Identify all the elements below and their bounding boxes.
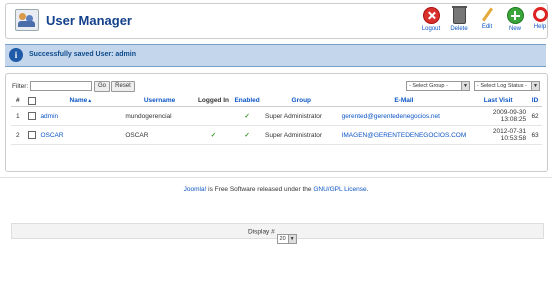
logout-label: Logout xyxy=(421,26,441,32)
row-group: Super Administrator xyxy=(263,106,340,126)
row-username: OSCAR xyxy=(123,125,196,145)
footer-period: . xyxy=(366,186,369,193)
users-table: # Name▲ Username Logged In Enabled Group… xyxy=(11,95,542,145)
filter-input[interactable] xyxy=(30,81,92,91)
row-number: 1 xyxy=(11,106,25,126)
copyright-footer: Joomla! is Free Software released under … xyxy=(0,186,552,193)
logged-in-status xyxy=(195,106,232,126)
row-email: gerented@gerentedenegocios.net xyxy=(339,106,469,126)
row-name: OSCAR xyxy=(38,125,124,145)
col-username[interactable]: Username xyxy=(123,95,196,107)
logout-icon xyxy=(422,7,440,24)
reset-button[interactable]: Reset xyxy=(111,81,135,92)
col-logged-in: Logged In xyxy=(195,95,232,107)
joomla-link[interactable]: Joomla! xyxy=(184,186,207,193)
lifebuoy-icon xyxy=(532,7,548,22)
new-label: New xyxy=(508,26,521,32)
table-header-row: # Name▲ Username Logged In Enabled Group… xyxy=(11,95,542,107)
go-button[interactable]: Go xyxy=(94,81,110,92)
enabled-toggle[interactable]: ✓ xyxy=(231,106,263,126)
log-status-select[interactable]: - Select Log Status - ▼ xyxy=(474,81,540,91)
help-label: Help xyxy=(533,24,547,30)
row-id: 62 xyxy=(528,106,542,126)
display-limit: Display # 20 ▼ xyxy=(248,227,297,244)
edit-label: Edit xyxy=(481,24,493,30)
logout-button[interactable]: Logout xyxy=(417,7,445,37)
chevron-down-icon: ▼ xyxy=(287,235,296,243)
toolbar: User Manager Logout Delete Edit New Help xyxy=(5,3,548,39)
row-number: 2 xyxy=(11,125,25,145)
row-checkbox[interactable] xyxy=(27,131,36,139)
group-select[interactable]: - Select Group - ▼ xyxy=(406,81,470,91)
email-link[interactable]: gerented@gerentedenegocios.net xyxy=(342,113,440,120)
row-name: admin xyxy=(38,106,124,126)
group-select-value: - Select Group - xyxy=(409,83,448,89)
pencil-icon xyxy=(480,7,495,22)
row-id: 63 xyxy=(528,125,542,145)
row-email: IMAGEN@GERENTEDENEGOCIOS.COM xyxy=(339,125,469,145)
message-text: Successfully saved User: admin xyxy=(29,51,136,58)
col-last-visit[interactable]: Last Visit xyxy=(468,95,529,107)
user-name-link[interactable]: OSCAR xyxy=(40,132,63,139)
log-status-select-value: - Select Log Status - xyxy=(477,83,527,89)
trash-icon xyxy=(451,6,467,24)
col-number: # xyxy=(11,95,25,107)
email-link[interactable]: IMAGEN@GERENTEDENEGOCIOS.COM xyxy=(342,132,467,139)
system-message: i Successfully saved User: admin xyxy=(5,44,546,67)
select-all-checkbox[interactable] xyxy=(27,96,36,105)
chevron-down-icon: ▼ xyxy=(531,82,539,90)
enabled-toggle[interactable]: ✓ xyxy=(231,125,263,145)
help-button[interactable]: Help xyxy=(526,7,552,37)
row-checkbox[interactable] xyxy=(27,112,36,120)
row-checkbox-cell xyxy=(24,125,39,145)
pagination-bar: Display # 20 ▼ xyxy=(11,223,544,244)
delete-button[interactable]: Delete xyxy=(445,6,473,37)
name-sort-link[interactable]: Name xyxy=(70,97,88,104)
row-last-visit: 2009-09-30 13:08:25 xyxy=(468,106,529,126)
footer-divider xyxy=(0,177,552,178)
info-icon: i xyxy=(9,48,23,62)
col-select-all xyxy=(24,95,39,107)
table-row: 2 OSCAR OSCAR ✓ ✓ Super Administrator IM… xyxy=(11,125,542,145)
row-checkbox-cell xyxy=(24,106,39,126)
row-last-visit: 2012-07-31 10:53:58 xyxy=(468,125,529,145)
footer-text: is Free Software released under the xyxy=(206,186,314,193)
filter-label: Filter: xyxy=(12,83,29,90)
plus-icon xyxy=(506,7,524,24)
row-username: mundogerencial xyxy=(123,106,196,126)
col-id[interactable]: ID xyxy=(528,95,542,107)
chevron-down-icon: ▼ xyxy=(461,82,469,90)
row-group: Super Administrator xyxy=(263,125,340,145)
col-name[interactable]: Name▲ xyxy=(38,95,124,107)
display-limit-select[interactable]: 20 ▼ xyxy=(276,234,297,244)
col-email[interactable]: E-Mail xyxy=(339,95,469,107)
delete-label: Delete xyxy=(450,26,468,32)
table-row: 1 admin mundogerencial ✓ Super Administr… xyxy=(11,106,542,126)
display-label: Display # xyxy=(248,228,275,236)
edit-button[interactable]: Edit xyxy=(473,7,501,37)
logged-in-status[interactable]: ✓ xyxy=(195,125,232,145)
sort-asc-icon: ▲ xyxy=(87,98,93,104)
user-list-panel: Filter: Go Reset - Select Group - ▼ - Se… xyxy=(5,73,548,244)
display-limit-value: 20 xyxy=(279,236,286,242)
new-button[interactable]: New xyxy=(501,7,529,37)
user-name-link[interactable]: admin xyxy=(40,113,58,120)
col-enabled[interactable]: Enabled xyxy=(231,95,263,107)
col-group[interactable]: Group xyxy=(263,95,340,107)
page-title: User Manager xyxy=(46,13,132,28)
license-link[interactable]: GNU/GPL License xyxy=(313,186,366,193)
user-manager-icon xyxy=(15,9,39,31)
